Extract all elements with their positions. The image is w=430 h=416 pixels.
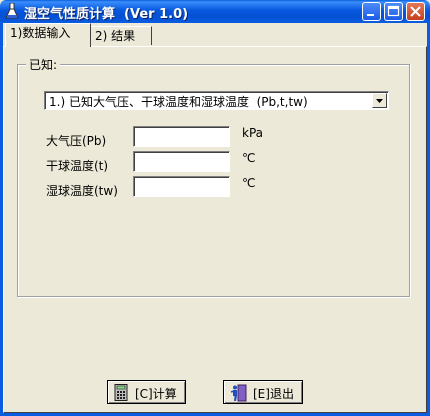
- wet-bulb-input[interactable]: [133, 176, 230, 197]
- pressure-unit: kPa: [242, 126, 263, 140]
- chevron-down-icon: [376, 99, 383, 103]
- wet-bulb-unit: ℃: [242, 176, 256, 190]
- app-window: 湿空气性质计算 (Ver 1.0) 1)数据输入 2) 结果 已知: 1.) 已…: [0, 0, 430, 416]
- minimize-icon: [367, 14, 374, 16]
- dry-bulb-label: 干球温度(t): [46, 159, 109, 173]
- title-bar[interactable]: 湿空气性质计算 (Ver 1.0): [0, 0, 430, 23]
- dry-bulb-input[interactable]: [133, 151, 230, 172]
- maximize-icon: [387, 5, 400, 17]
- calculate-button-label: [C]计算: [135, 387, 177, 401]
- dropdown-button[interactable]: [372, 93, 387, 108]
- known-group-legend: 已知:: [26, 56, 61, 73]
- tab-label: 1)数据输入: [10, 26, 71, 40]
- wet-bulb-label: 湿球温度(tw): [46, 184, 118, 198]
- exit-button-label: [E]退出: [253, 387, 294, 401]
- close-icon: [410, 6, 421, 17]
- pressure-input[interactable]: [133, 126, 230, 147]
- tab-label: 2) 结果: [95, 29, 136, 43]
- minimize-button[interactable]: [362, 2, 381, 21]
- tab-results[interactable]: 2) 结果: [90, 26, 152, 45]
- flask-app-icon: [5, 2, 19, 20]
- tab-data-input[interactable]: 1)数据输入: [5, 23, 91, 47]
- maximize-button[interactable]: [384, 2, 403, 21]
- exit-door-icon: [230, 384, 247, 402]
- exit-button[interactable]: [E]退出: [223, 380, 303, 404]
- mode-select[interactable]: 1.) 已知大气压、干球温度和湿球温度 (Pb,t,tw): [44, 91, 389, 110]
- tab-strip: 1)数据输入 2) 结果: [3, 23, 427, 47]
- calculator-icon: [114, 384, 128, 401]
- window-title: 湿空气性质计算 (Ver 1.0): [24, 7, 189, 22]
- calculate-button[interactable]: [C]计算: [107, 380, 186, 404]
- dry-bulb-unit: ℃: [242, 151, 256, 165]
- pressure-label: 大气压(Pb): [46, 134, 107, 148]
- mode-select-value: 1.) 已知大气压、干球温度和湿球温度 (Pb,t,tw): [49, 95, 308, 109]
- close-button[interactable]: [406, 2, 425, 21]
